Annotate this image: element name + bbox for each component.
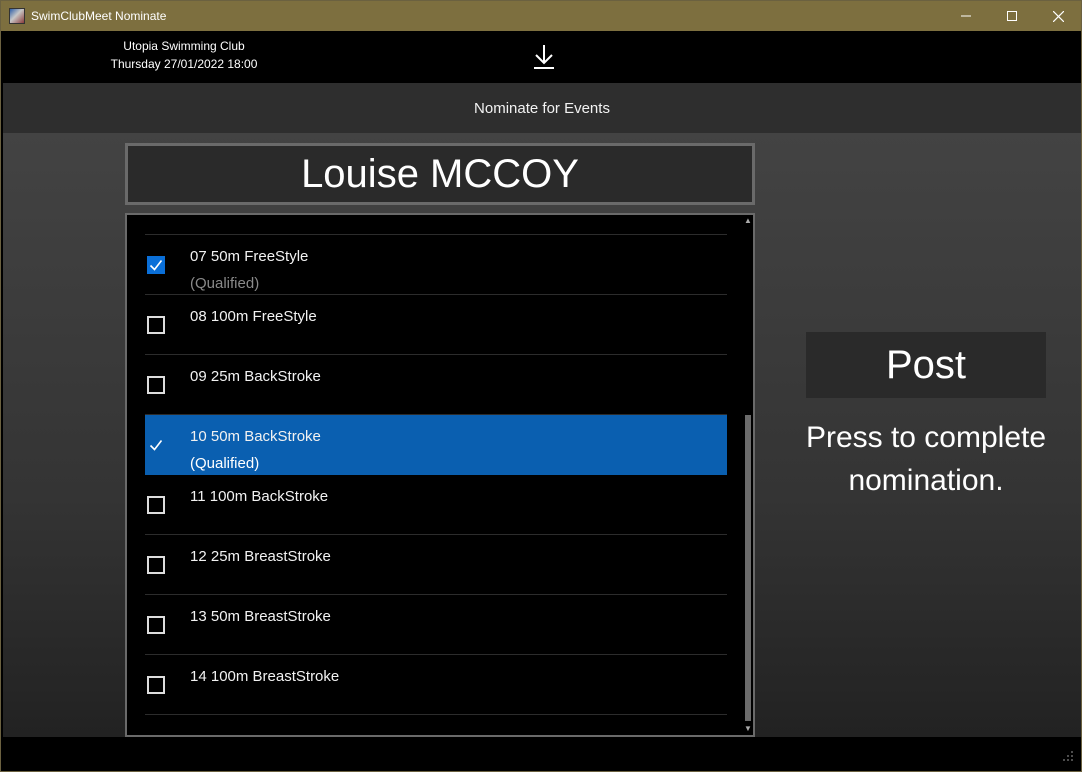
event-row[interactable]: 13 50m BreastStroke <box>145 595 727 655</box>
event-qualified-note: (Qualified) <box>190 455 260 472</box>
app-window: SwimClubMeet Nominate Utopia Swimming Cl… <box>0 0 1082 772</box>
maximize-icon <box>1007 11 1017 21</box>
event-checkbox[interactable] <box>147 436 165 454</box>
event-row[interactable]: 10 50m BackStroke (Qualified) <box>145 415 727 475</box>
event-row[interactable]: 06 25m FreeStyle <box>145 213 727 235</box>
checkmark-icon <box>149 260 163 271</box>
event-label: 08 100m FreeStyle <box>190 308 317 325</box>
event-checkbox[interactable] <box>147 316 165 334</box>
event-checkbox[interactable] <box>147 256 165 274</box>
minimize-icon <box>961 15 971 17</box>
club-info: Utopia Swimming Club Thursday 27/01/2022… <box>103 37 265 73</box>
club-name: Utopia Swimming Club <box>123 39 245 53</box>
event-label: 07 50m FreeStyle <box>190 248 309 265</box>
status-bar <box>3 737 1081 771</box>
resize-grip-icon[interactable] <box>1063 751 1073 761</box>
checkmark-icon <box>149 440 163 451</box>
scroll-up-icon[interactable]: ▲ <box>744 217 752 225</box>
app-icon <box>9 8 25 24</box>
post-button[interactable]: Post <box>806 332 1046 398</box>
event-row[interactable]: 09 25m BackStroke <box>145 355 727 415</box>
minimize-button[interactable] <box>943 1 989 31</box>
event-label: 13 50m BreastStroke <box>190 608 331 625</box>
event-row[interactable]: 14 100m BreastStroke <box>145 655 727 715</box>
page-title: Nominate for Events <box>3 83 1081 133</box>
session-header: Utopia Swimming Club Thursday 27/01/2022… <box>3 31 1081 83</box>
event-list-items: 06 25m FreeStyle 07 50m FreeStyle (Qualifi… <box>145 213 727 715</box>
scroll-thumb[interactable] <box>745 415 751 721</box>
event-row[interactable]: 07 50m FreeStyle (Qualified) <box>145 235 727 295</box>
event-label: 09 25m BackStroke <box>190 368 321 385</box>
event-label: 11 100m BackStroke <box>190 488 329 505</box>
close-button[interactable] <box>1035 1 1081 31</box>
event-label: 12 25m BreastStroke <box>190 548 331 565</box>
event-row[interactable]: 08 100m FreeStyle <box>145 295 727 355</box>
event-row[interactable]: 11 100m BackStroke <box>145 475 727 535</box>
session-datetime: Thursday 27/01/2022 18:00 <box>110 57 258 71</box>
event-checkbox[interactable] <box>147 616 165 634</box>
post-hint: Press to complete nomination. <box>805 421 1047 497</box>
maximize-button[interactable] <box>989 1 1035 31</box>
event-row[interactable]: 12 25m BreastStroke <box>145 535 727 595</box>
swimmer-name: Louise MCCOY <box>125 143 755 205</box>
event-checkbox[interactable] <box>147 213 165 214</box>
close-icon <box>1052 10 1064 22</box>
event-checkbox[interactable] <box>147 496 165 514</box>
event-checkbox[interactable] <box>147 556 165 574</box>
scroll-down-icon[interactable]: ▼ <box>744 725 752 733</box>
event-qualified-note: (Qualified) <box>190 275 260 292</box>
window-controls <box>943 1 1081 31</box>
title-bar[interactable]: SwimClubMeet Nominate <box>1 1 1081 31</box>
scrollbar[interactable]: ▲ ▼ <box>743 215 753 735</box>
event-label: 10 50m BackStroke <box>190 428 321 445</box>
window-title: SwimClubMeet Nominate <box>31 9 167 23</box>
event-label: 14 100m BreastStroke <box>190 668 340 685</box>
event-checkbox[interactable] <box>147 376 165 394</box>
download-icon[interactable] <box>532 43 556 71</box>
event-list[interactable]: 06 25m FreeStyle 07 50m FreeStyle (Qualifi… <box>125 213 755 737</box>
main-panel: Louise MCCOY 06 25m FreeStyle07 50m Free… <box>3 133 1081 737</box>
event-checkbox[interactable] <box>147 676 165 694</box>
